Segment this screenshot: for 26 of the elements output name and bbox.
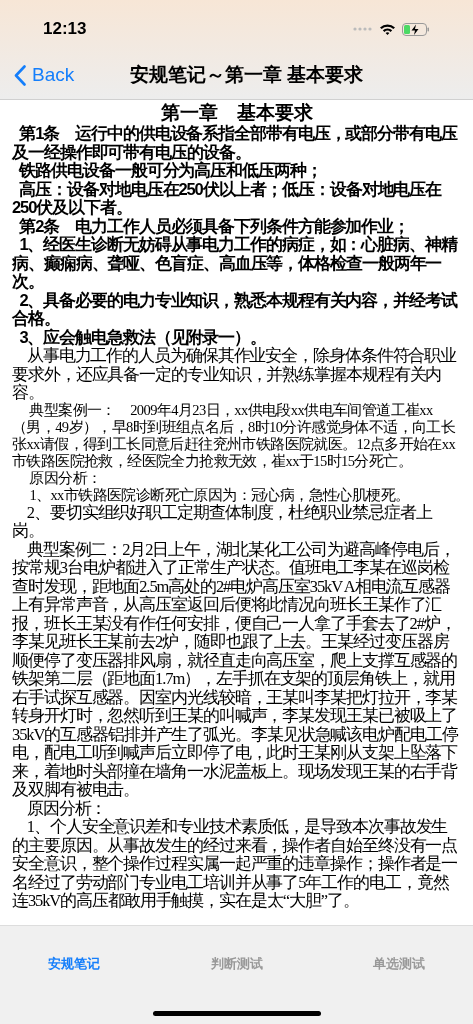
paragraph: 1、xx市铁路医院诊断死亡原因为：冠心病，急性心肌梗死。 — [28, 486, 411, 503]
nav-title: 安规笔记～第一章 基本要求 — [129, 63, 364, 88]
paragraph: 第2条 电力工作人员必须具备下列条件方能参加作业； — [18, 216, 411, 235]
chapter-heading: 第一章 基本要求 — [159, 102, 314, 124]
tab[interactable]: 判断测试 — [210, 954, 263, 974]
paragraph: 2、具备必要的电力专业知识，熟悉本规程有关内容，并经考试合格。 — [12, 290, 459, 328]
paragraph: 典型案例二：2月2日上午，湖北某化工公司为避高峰停电后，按常规3台电炉都进入了正常生产状态。值班电工李某在巡岗检查时发现，距地面2.5m高处的2#电炉高压室35kV A相电流互感器上有异常声音，从高压室返回后便将此情况向班长王某作了汇报，班长王某没有作任何安排，便自己一人拿了手套去了2#炉，李某见班长王某前去2炉，随即也跟了上去。王某经过变压器房顺便停了变压器排风扇，就径直走向高压室，爬上支撑互感器的铁架第二层（距地面1.7m），左手抓在支架的顶层角铁上，就用右手试探互感器。因室内光线较暗，王某叫李某把灯拉开，李某转身开灯时，忽然听到王某的叫喊声，李某发现王某已被吸上了35kV的互感器铝排并产生了弧光。李某见状急喊该电炉配电工停电，配电工听到喊声后立即停了电，此时王某刚从支架上坠落下来，着地时头部撞在墙角一水泥盖板上。现场发现王某的右手背及双脚有被电击。 — [12, 540, 459, 800]
paragraph: 原因分析： — [28, 469, 103, 487]
paragraph: 高压：设备对地电压在250伏以上者；低压：设备对地电压在250伏及以下者。 — [12, 179, 443, 217]
signal-icon — [353, 27, 373, 31]
paragraph: 1、个人安全意识差和专业技术素质低，是导致本次事故发生的主要原因。从事故发生的经过来看，操作者自始至终没有一点安全意识，整个操作过程实属一起严重的违章操作；操作者是一名经过了劳动部门专业电工培训并从事了5年工作的电工，竟然连35kV的高压都敢用手触摸，实在是太“大胆”了。 — [12, 818, 459, 911]
paragraph: 3、应会触电急救法（见附录一）。 — [18, 327, 266, 346]
back-button[interactable]: Back — [14, 61, 75, 90]
tab[interactable]: 单选测试 — [373, 954, 425, 974]
paragraph: 从事电力工作的人员为确保其作业安全，除身体条件符合职业要求外，还应具备一定的专业知识，并熟练掌握本规程有关内容。 — [12, 346, 458, 402]
paragraph: 铁路供电设备一般可分为高压和低压两种； — [18, 161, 323, 180]
status-time: 12:13 — [43, 18, 87, 41]
paragraph: 1、经医生诊断无妨碍从事电力工作的病症，如：心脏病、神精病、癫痫病、聋哑、色盲症、高血压等，体格检查一般两年一次。 — [12, 235, 459, 291]
paragraph: 典型案例一： 2009年4月23日，xx供电段xx供电车间管道工崔xx（男，49岁），早8时到班组点名后，8时10分许感觉身体不适，向工长张xx请假，得到工长同意后赶往兖州市铁路医院就医。12点多开始在xx市铁路医院抢救，经医院全力抢救无效，崔xx于15时15分死亡。 — [12, 401, 457, 470]
back-chevron-icon — [14, 65, 26, 86]
paragraph: 第1条 运行中的供电设备系指全部带有电压，或部分带有电压及一经操作即可带有电压的设备。 — [12, 124, 459, 161]
battery-charging-icon — [402, 22, 430, 36]
paragraph: 2、要切实组织好职工定期查体制度，杜绝职业禁忌症者上岗。 — [12, 503, 433, 540]
tab[interactable]: 安规笔记 — [48, 954, 100, 974]
paragraph: 原因分析： — [25, 799, 108, 818]
wifi-icon — [379, 23, 396, 35]
